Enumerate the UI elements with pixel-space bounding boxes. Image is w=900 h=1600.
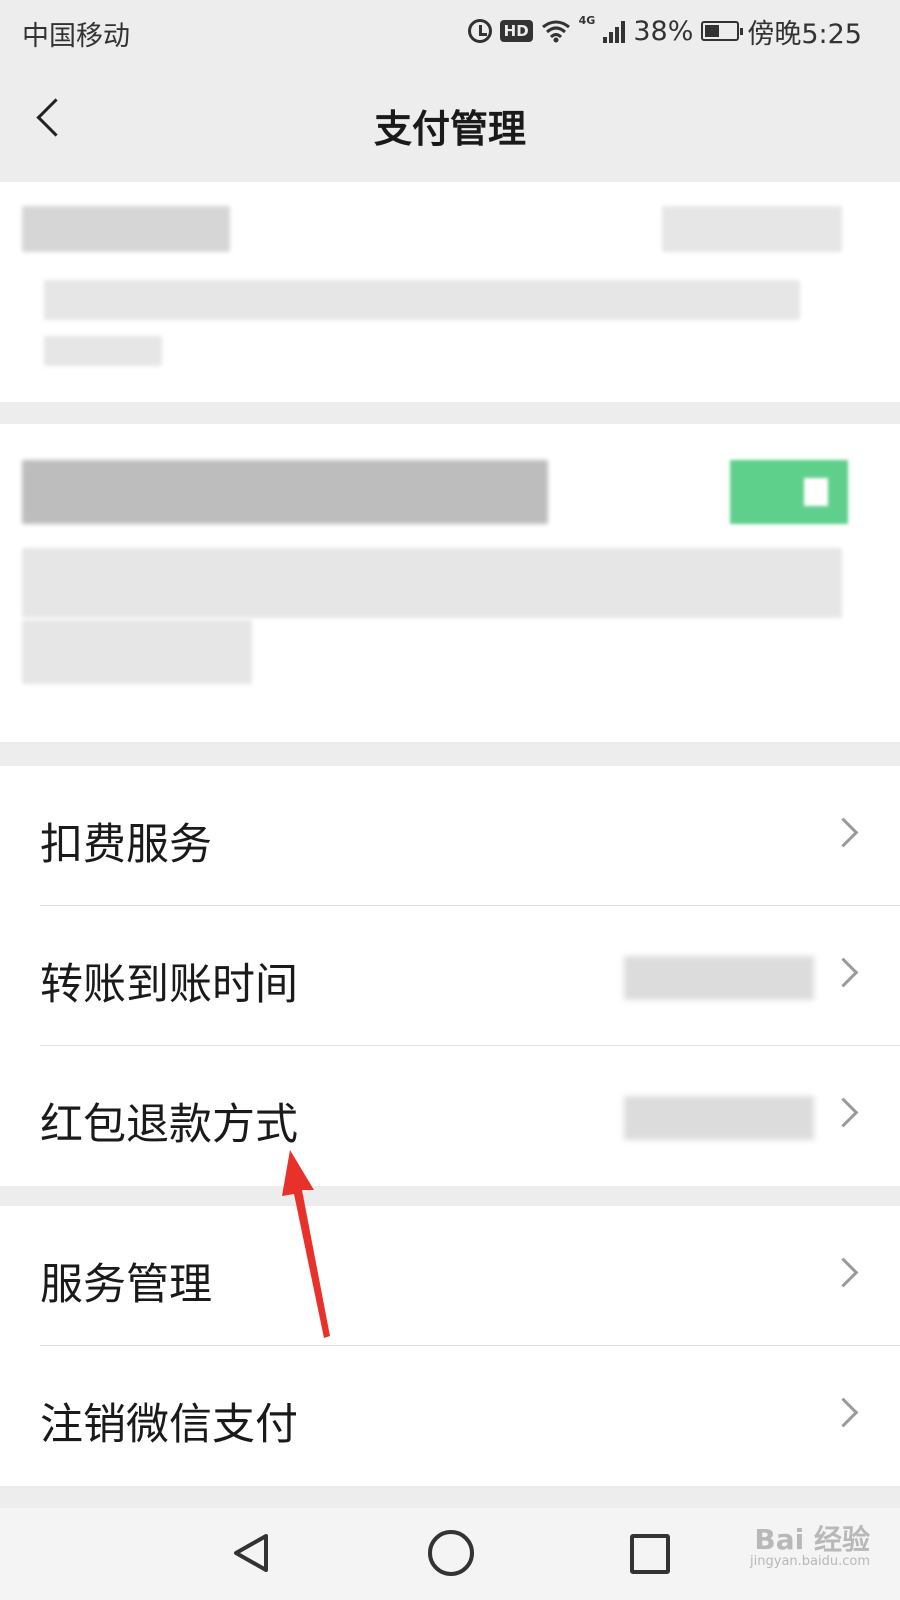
redacted-value — [624, 1096, 814, 1140]
list-item-transfer-arrival-time[interactable]: 转账到账时间 — [0, 906, 900, 1046]
list-item-label: 转账到账时间 — [40, 960, 298, 1010]
status-bar: 中国移动 HD 4G 38% 傍晚5:25 — [0, 0, 900, 62]
redacted-text — [22, 206, 230, 252]
redacted-text — [22, 548, 842, 618]
chevron-right-icon — [828, 1257, 859, 1288]
chevron-right-icon — [828, 1397, 859, 1428]
list-item-label: 注销微信支付 — [40, 1400, 298, 1450]
battery-icon — [701, 21, 744, 41]
list-item-red-packet-refund[interactable]: 红包退款方式 — [0, 1046, 900, 1186]
hd-icon: HD — [499, 20, 533, 42]
redacted-text — [662, 206, 842, 252]
list-item-deactivate-wechat-pay[interactable]: 注销微信支付 — [0, 1346, 900, 1486]
signal-icon — [603, 19, 626, 43]
list-item-label: 红包退款方式 — [40, 1100, 298, 1150]
status-icons: HD 4G 38% 傍晚5:25 — [467, 12, 862, 50]
chevron-right-icon — [828, 1097, 859, 1128]
page-title: 支付管理 — [373, 107, 526, 151]
redacted-account-card — [0, 182, 900, 402]
list-item-service-management[interactable]: 服务管理 — [0, 1206, 900, 1346]
redacted-setting-card — [0, 424, 900, 742]
watermark: Bai 经验 jingyan.baidu.com — [750, 1526, 870, 1570]
alarm-icon — [467, 19, 492, 43]
redacted-text — [22, 620, 252, 684]
wifi-icon — [541, 20, 570, 43]
nav-bar: 支付管理 — [0, 62, 900, 178]
system-nav-bar: Bai 经验 jingyan.baidu.com — [0, 1508, 900, 1600]
redacted-text — [22, 460, 548, 524]
triangle-back-icon[interactable] — [228, 1530, 274, 1576]
circle-home-icon[interactable] — [428, 1530, 474, 1576]
chevron-right-icon — [828, 817, 859, 848]
watermark-url: jingyan.baidu.com — [750, 1554, 870, 1569]
status-time: 傍晚5:25 — [747, 18, 862, 50]
battery-percent: 38% — [633, 15, 694, 47]
carrier-label: 中国移动 — [22, 21, 130, 52]
square-recent-icon[interactable] — [630, 1534, 670, 1574]
watermark-brand: Bai 经验 — [754, 1523, 870, 1556]
redacted-text — [44, 336, 162, 366]
list-item-label: 服务管理 — [40, 1260, 212, 1310]
redacted-text — [44, 280, 800, 320]
annotation-arrow-icon — [282, 1150, 330, 1338]
chevron-right-icon — [828, 957, 859, 988]
network-type-label: 4G — [578, 14, 596, 27]
list-item-label: 扣费服务 — [40, 820, 212, 870]
redacted-value — [624, 956, 814, 1000]
list-item-deduction-service[interactable]: 扣费服务 — [0, 766, 900, 906]
toggle-switch[interactable] — [730, 460, 848, 524]
